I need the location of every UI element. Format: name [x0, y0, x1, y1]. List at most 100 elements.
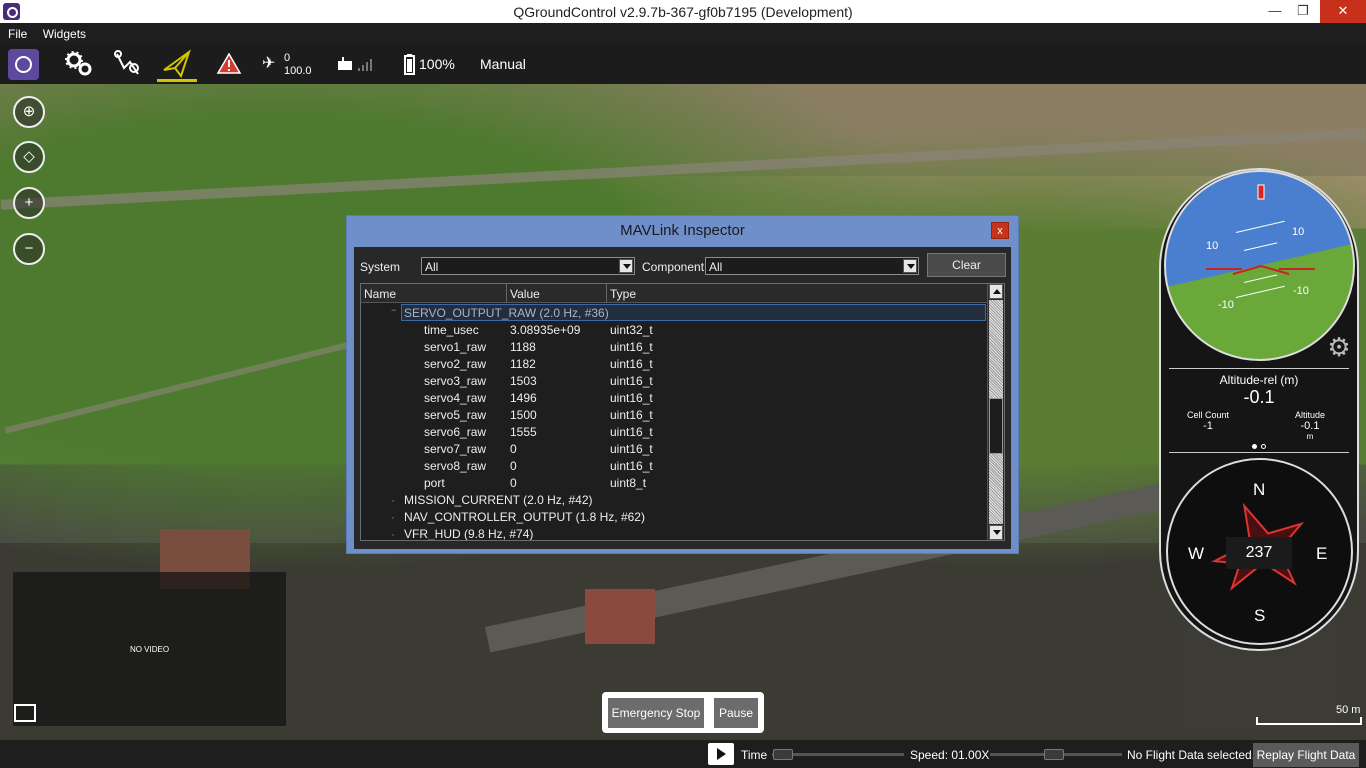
column-divider — [606, 284, 607, 303]
field-name: servo6_raw — [424, 425, 487, 439]
message-tree[interactable]: Name Value Type − SERVO_OUTPUT_RAW (2.0 … — [360, 283, 1005, 541]
plan-view-button[interactable] — [112, 44, 142, 84]
divider — [1169, 368, 1349, 369]
map-building — [585, 589, 655, 644]
no-video-label: NO VIDEO — [129, 645, 170, 654]
field-type: uint16_t — [610, 374, 653, 388]
window-titlebar: QGroundControl v2.9.7b-367-gf0b7195 (Dev… — [0, 0, 1366, 23]
replay-flight-data-button[interactable]: Replay Flight Data — [1253, 743, 1359, 767]
zoom-out-button[interactable]: − — [13, 233, 45, 265]
speed-label: Speed: 01.00X — [910, 748, 990, 762]
inspector-close-button[interactable]: x — [991, 222, 1009, 239]
tree-row-selected[interactable]: − SERVO_OUTPUT_RAW (2.0 Hz, #36) — [361, 304, 988, 321]
field-row[interactable]: servo8_raw 0 uint16_t — [361, 457, 988, 474]
emergency-stop-button[interactable]: Emergency Stop — [608, 698, 704, 728]
heading-readout: 237 — [1226, 537, 1292, 569]
setup-view-button[interactable] — [64, 44, 94, 84]
fly-view-button[interactable] — [157, 44, 197, 84]
pitch-line — [1243, 242, 1278, 251]
system-label: System — [360, 260, 401, 274]
field-name: port — [424, 476, 445, 490]
field-row[interactable]: servo1_raw 1188 uint16_t — [361, 338, 988, 355]
message-row[interactable]: · VFR_HUD (9.8 Hz, #74) — [361, 525, 988, 540]
column-header-name[interactable]: Name — [364, 287, 396, 301]
menu-file[interactable]: File — [0, 23, 31, 41]
battery-percent: 100% — [419, 56, 455, 72]
map-path — [4, 340, 356, 434]
battery-indicator[interactable]: 100% — [402, 44, 462, 84]
field-row[interactable]: servo5_raw 1500 uint16_t — [361, 406, 988, 423]
speed-slider-handle[interactable] — [1044, 749, 1064, 760]
message-row[interactable]: · NAV_CONTROLLER_OUTPUT (1.8 Hz, #62) — [361, 508, 988, 525]
field-name: servo7_raw — [424, 442, 487, 456]
gps-indicator[interactable]: ✈ 0 100.0 — [262, 44, 312, 84]
flight-mode-label: Manual — [480, 56, 526, 72]
warning-icon — [216, 52, 242, 74]
field-type: uint16_t — [610, 408, 653, 422]
compass-west: W — [1188, 544, 1205, 563]
battery-icon — [404, 54, 415, 75]
menu-widgets[interactable]: Widgets — [35, 23, 90, 41]
messages-button[interactable] — [216, 44, 242, 84]
expand-icon[interactable]: · — [391, 527, 395, 540]
field-row[interactable]: servo7_raw 0 uint16_t — [361, 440, 988, 457]
field-row[interactable]: time_usec 3.08935e+09 uint32_t — [361, 321, 988, 338]
field-row[interactable]: servo2_raw 1182 uint16_t — [361, 355, 988, 372]
zoom-in-icon: + — [24, 194, 34, 211]
message-name: SERVO_OUTPUT_RAW (2.0 Hz, #36) — [404, 306, 609, 320]
center-map-button[interactable]: ⊕ — [13, 96, 45, 128]
video-switch-icon[interactable] — [14, 704, 36, 722]
clear-button[interactable]: Clear — [927, 253, 1006, 277]
time-slider-handle[interactable] — [773, 749, 793, 760]
flight-mode-selector[interactable]: Manual — [480, 44, 540, 84]
field-row[interactable]: port 0 uint8_t — [361, 474, 988, 491]
field-row[interactable]: servo3_raw 1503 uint16_t — [361, 372, 988, 389]
message-name: NAV_CONTROLLER_OUTPUT (1.8 Hz, #62) — [404, 510, 645, 524]
close-window-button[interactable]: ✕ — [1320, 0, 1366, 23]
chevron-down-icon — [619, 259, 633, 273]
field-value: 1188 — [510, 340, 536, 354]
map-layers-button[interactable]: ◇ — [13, 141, 45, 173]
system-select[interactable]: All — [421, 257, 635, 275]
column-header-value[interactable]: Value — [510, 287, 540, 301]
page-indicator[interactable] — [1261, 444, 1266, 449]
field-type: uint16_t — [610, 340, 653, 354]
play-button[interactable] — [708, 743, 734, 765]
message-row[interactable]: · MISSION_CURRENT (2.0 Hz, #42) — [361, 491, 988, 508]
gps-hdop: 100.0 — [284, 65, 312, 77]
field-name: servo1_raw — [424, 340, 487, 354]
scroll-thumb[interactable] — [989, 398, 1003, 454]
expand-icon[interactable]: · — [391, 510, 395, 524]
rc-rssi-indicator[interactable] — [336, 44, 378, 84]
pause-button[interactable]: Pause — [714, 698, 758, 728]
tree-scrollbar[interactable] — [987, 284, 1004, 540]
inspector-body: System All Component All Clear Name Valu… — [354, 247, 1011, 549]
collapse-icon[interactable]: − — [391, 305, 396, 315]
field-value: 3.08935e+09 — [510, 323, 581, 337]
column-header-type[interactable]: Type — [610, 287, 636, 301]
map-scale-label: 50 m — [1336, 704, 1361, 716]
expand-icon[interactable]: · — [391, 493, 395, 507]
gears-icon — [65, 51, 92, 76]
scroll-up-button[interactable] — [989, 284, 1003, 299]
field-value: 1555 — [510, 425, 537, 439]
field-row[interactable]: servo6_raw 1555 uint16_t — [361, 423, 988, 440]
video-panel[interactable]: NO VIDEO — [13, 572, 286, 726]
scroll-down-button[interactable] — [989, 525, 1003, 540]
compass-east: E — [1316, 544, 1328, 563]
minimize-button[interactable]: — — [1260, 0, 1290, 23]
map-scale-bar — [1256, 717, 1362, 725]
page-indicator-active[interactable] — [1252, 444, 1257, 449]
qgc-logo-button[interactable] — [8, 49, 39, 80]
field-type: uint16_t — [610, 442, 653, 456]
column-divider — [506, 284, 507, 303]
field-row[interactable]: servo4_raw 1496 uint16_t — [361, 389, 988, 406]
field-value: 1500 — [510, 408, 537, 422]
component-select[interactable]: All — [705, 257, 919, 275]
active-view-indicator — [157, 79, 197, 82]
zoom-in-button[interactable]: + — [13, 187, 45, 219]
pitch-label: -10 — [1218, 299, 1234, 311]
maximize-button[interactable]: ❐ — [1288, 0, 1318, 23]
compass-south: S — [1254, 606, 1266, 625]
gear-icon[interactable]: ⚙ — [1325, 333, 1353, 361]
